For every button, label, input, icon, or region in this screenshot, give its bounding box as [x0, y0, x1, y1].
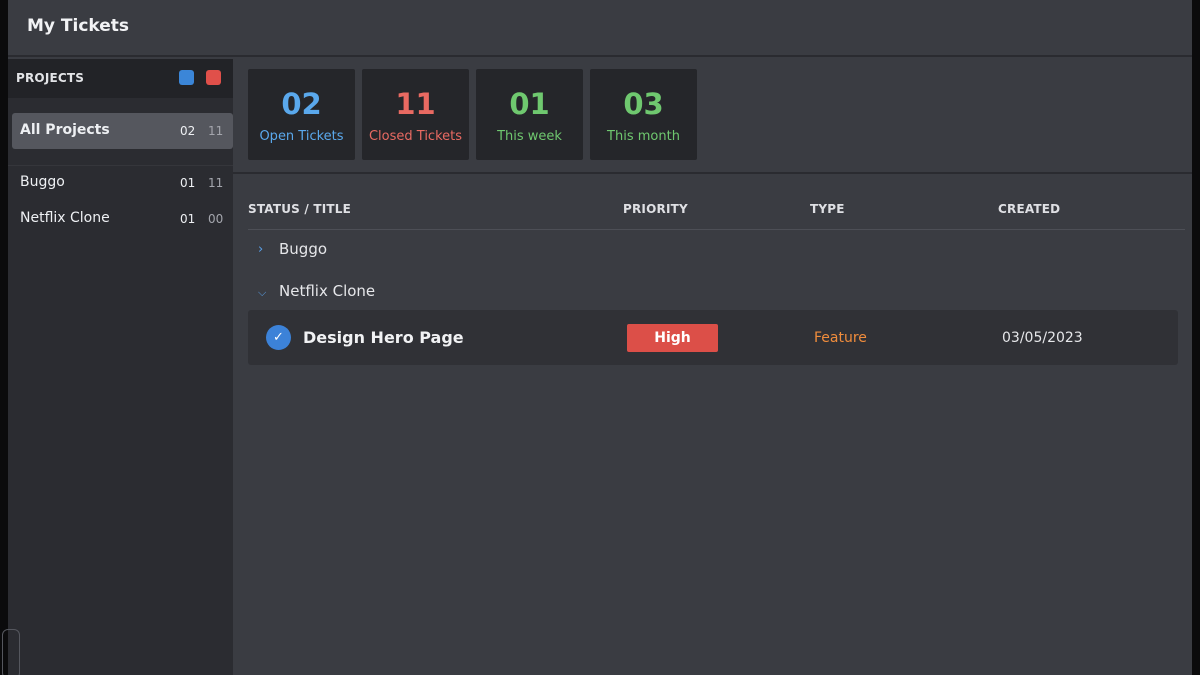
ticket-type: Feature — [814, 330, 867, 346]
sidebar-header-label: PROJECTS — [16, 71, 85, 85]
closed-count: 11 — [208, 124, 224, 138]
group-label: Buggo — [279, 240, 328, 258]
check-icon[interactable]: ✓ — [266, 325, 291, 350]
sidebar-item-all-projects[interactable]: All Projects 02 11 — [12, 113, 233, 149]
stat-card-this-month[interactable]: 03 This month — [590, 69, 697, 160]
chevron-right-icon: › — [258, 242, 264, 257]
column-header-status-title[interactable]: STATUS / TITLE — [248, 202, 351, 216]
sidebar-item-netflix-clone[interactable]: Netflix Clone 01 00 — [12, 201, 233, 237]
sidebar-item-label: All Projects — [20, 122, 110, 138]
group-row-buggo[interactable]: › Buggo — [248, 238, 548, 268]
stat-value: 03 — [623, 87, 664, 121]
ticket-title: Design Hero Page — [303, 328, 464, 347]
column-header-created[interactable]: CREATED — [998, 202, 1060, 216]
sidebar-item-label: Buggo — [20, 174, 65, 190]
stat-value: 01 — [509, 87, 550, 121]
closed-count: 00 — [208, 212, 224, 226]
sidebar: PROJECTS All Projects 02 11 Buggo 01 11 … — [8, 59, 233, 675]
chevron-down-icon: ⌵ — [258, 286, 267, 299]
group-row-netflix-clone[interactable]: ⌵ Netflix Clone — [248, 280, 548, 310]
open-count: 01 — [180, 176, 196, 190]
resize-handle[interactable] — [2, 629, 20, 675]
open-legend-swatch — [179, 70, 194, 85]
app-window: My Tickets PROJECTS All Projects 02 11 B… — [2, 0, 1192, 675]
header-divider — [248, 229, 1185, 230]
stat-card-closed-tickets[interactable]: 11 Closed Tickets — [362, 69, 469, 160]
stat-card-this-week[interactable]: 01 This week — [476, 69, 583, 160]
page-title: My Tickets — [27, 16, 130, 36]
table-row[interactable]: ✓ Design Hero Page High Feature 03/05/20… — [248, 310, 1178, 365]
open-count: 02 — [180, 124, 196, 138]
stat-label: Closed Tickets — [368, 129, 463, 144]
sidebar-header: PROJECTS — [8, 59, 233, 98]
title-bar: My Tickets — [8, 0, 1192, 57]
section-divider — [233, 172, 1192, 174]
priority-badge: High — [627, 324, 718, 352]
group-label: Netflix Clone — [279, 282, 376, 300]
open-count: 01 — [180, 212, 196, 226]
stat-value: 11 — [395, 87, 436, 121]
column-header-type[interactable]: TYPE — [810, 202, 845, 216]
stat-label: This month — [607, 129, 680, 144]
closed-legend-swatch — [206, 70, 221, 85]
stat-label: This week — [497, 129, 562, 144]
stat-label: Open Tickets — [259, 129, 344, 144]
sidebar-item-label: Netflix Clone — [20, 210, 110, 226]
stat-value: 02 — [281, 87, 322, 121]
ticket-created-date: 03/05/2023 — [1002, 330, 1083, 346]
stat-card-open-tickets[interactable]: 02 Open Tickets — [248, 69, 355, 160]
sidebar-item-buggo[interactable]: Buggo 01 11 — [12, 165, 233, 201]
column-header-priority[interactable]: PRIORITY — [623, 202, 688, 216]
closed-count: 11 — [208, 176, 224, 190]
